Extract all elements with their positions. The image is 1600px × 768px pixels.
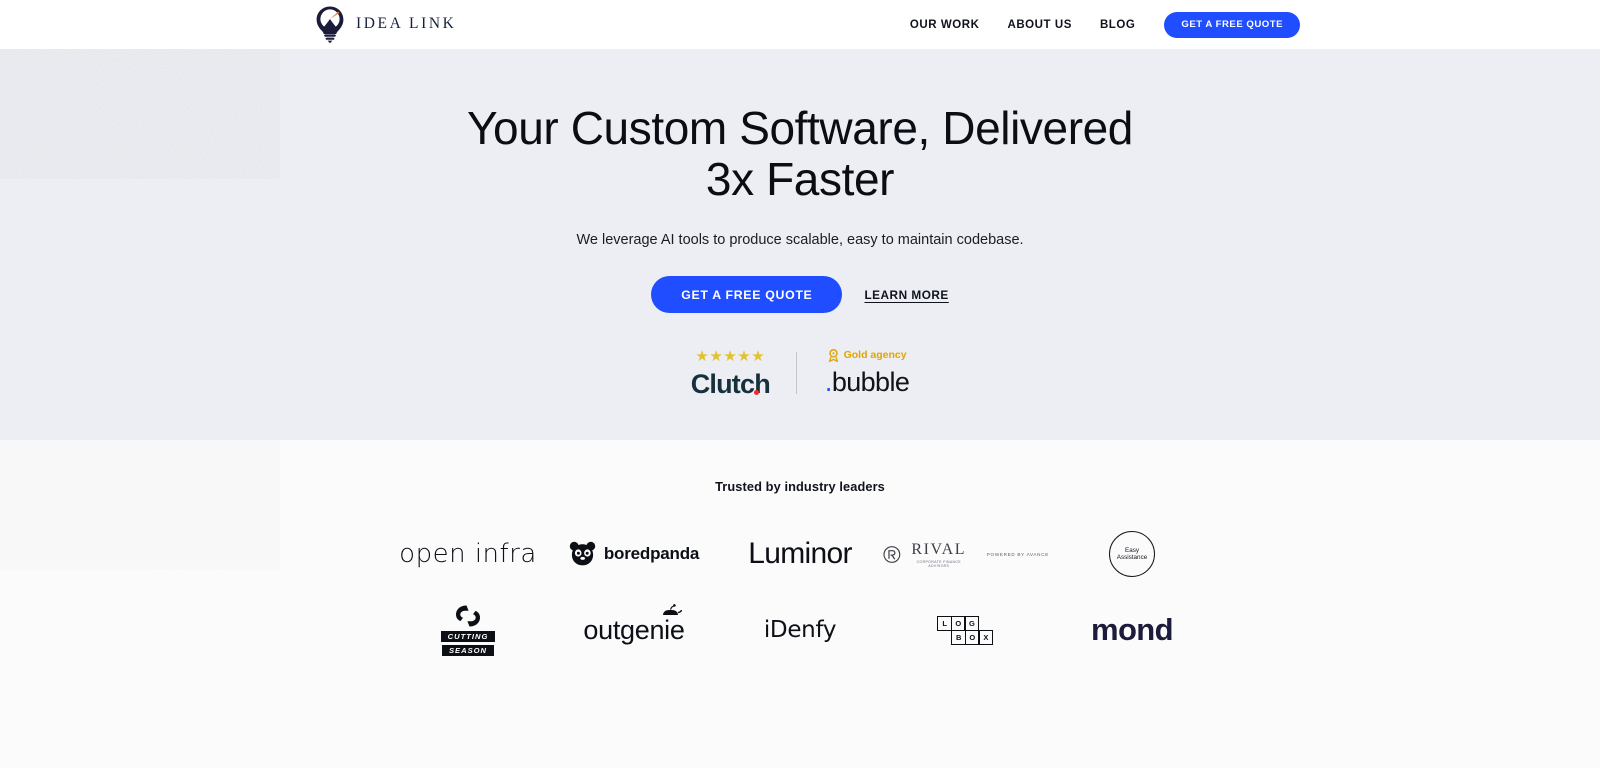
cutting-label: CUTTING (440, 631, 496, 642)
logo-rival[interactable]: RIVAL CORPORATE FINANCE ADVISORS POWERED… (883, 541, 1049, 568)
rival-circle-icon (883, 545, 901, 563)
bubble-label: bubble (831, 367, 910, 397)
nav-blog[interactable]: BLOG (1086, 19, 1149, 31)
brand-logo[interactable]: IDEA LINK (313, 4, 456, 44)
medal-icon (828, 349, 838, 362)
logbox-top-row: L O G (937, 615, 980, 631)
logo-row-2: CUTTING SEASON outgenie iDenfy L O G B O… (385, 592, 1215, 668)
panda-face-icon (569, 541, 596, 566)
logo-luminor[interactable]: Luminor (717, 537, 883, 571)
logo-mond[interactable]: mond (1049, 612, 1215, 648)
hero-section: Your Custom Software, Delivered 3x Faste… (0, 49, 1600, 440)
hero-get-quote-button[interactable]: GET A FREE QUOTE (651, 276, 843, 313)
rival-sub: CORPORATE FINANCE ADVISORS (916, 559, 961, 568)
page-title: Your Custom Software, Delivered 3x Faste… (0, 103, 1600, 205)
mond-label: mond (1091, 612, 1174, 647)
clutch-red-dot-icon (753, 390, 759, 395)
genie-lamp-icon (662, 603, 682, 615)
bubble-tier-row: Gold agency (828, 349, 907, 362)
trusted-heading: Trusted by industry leaders (715, 479, 885, 494)
idenfy-label: iDenfy (763, 617, 837, 643)
hero-actions: GET A FREE QUOTE LEARN MORE (0, 276, 1600, 313)
outgenie-label: outgenie (583, 614, 685, 645)
bubble-badge[interactable]: Gold agency .bubble (797, 349, 910, 398)
open-infra-label: open infra (399, 539, 537, 569)
clutch-logo: Clutch (690, 369, 771, 400)
bubble-tier-label: Gold agency (843, 349, 907, 362)
logbox-cell: X (978, 629, 994, 645)
clutch-stars: ★★★★★ (695, 348, 766, 365)
bubble-logo: .bubble (824, 367, 910, 398)
logbox-cell: G (964, 615, 980, 631)
luminor-label: Luminor (748, 537, 852, 570)
logo-grid: open infra boredpanda Luminor RIVAL CORP… (385, 516, 1215, 668)
hero-learn-more-link[interactable]: LEARN MORE (864, 288, 948, 302)
hero-title-line-2: 3x Faster (705, 153, 895, 205)
nav-about-us[interactable]: ABOUT US (993, 19, 1085, 31)
hero-subtitle: We leverage AI tools to produce scalable… (576, 232, 1024, 248)
site-header: IDEA LINK OUR WORK ABOUT US BLOG GET A F… (0, 0, 1600, 49)
logo-row-1: open infra boredpanda Luminor RIVAL CORP… (385, 516, 1215, 592)
brand-name: IDEA LINK (356, 15, 457, 32)
boredpanda-label: boredpanda (603, 544, 700, 563)
rating-badges: ★★★★★ Clutch Gold agency .bubble (0, 349, 1600, 400)
bubble-dot: . (824, 367, 832, 397)
logo-idenfy[interactable]: iDenfy (717, 617, 883, 643)
rival-tagline: POWERED BY AVANCE (986, 551, 1049, 557)
main-navigation: OUR WORK ABOUT US BLOG GET A FREE QUOTE (896, 0, 1300, 49)
cs-monogram-icon (456, 605, 480, 627)
clutch-label: Clutch (690, 369, 771, 399)
easy-assistance-line-2: Assistance (1116, 554, 1148, 561)
hero-title-line-1: Your Custom Software, Delivered (467, 102, 1133, 154)
logo-logbox[interactable]: L O G B O X (883, 615, 1049, 645)
easy-assistance-line-1: Easy (1125, 546, 1139, 554)
logo-open-infra[interactable]: open infra (385, 539, 551, 569)
season-label: SEASON (441, 645, 495, 656)
logo-cutting-season[interactable]: CUTTING SEASON (385, 604, 551, 656)
nav-our-work[interactable]: OUR WORK (896, 19, 994, 31)
trusted-logos-section: Trusted by industry leaders open infra b… (0, 440, 1600, 768)
logo-easy-assistance[interactable]: Easy Assistance (1049, 531, 1215, 577)
lightbulb-idea-icon (316, 6, 344, 44)
logo-boredpanda[interactable]: boredpanda (551, 541, 717, 567)
logo-outgenie[interactable]: outgenie (551, 603, 717, 646)
logbox-bottom-row: B O X (951, 629, 994, 645)
header-get-quote-button[interactable]: GET A FREE QUOTE (1164, 11, 1300, 38)
clutch-badge[interactable]: ★★★★★ Clutch (691, 349, 796, 400)
rival-label: RIVAL (911, 540, 967, 558)
